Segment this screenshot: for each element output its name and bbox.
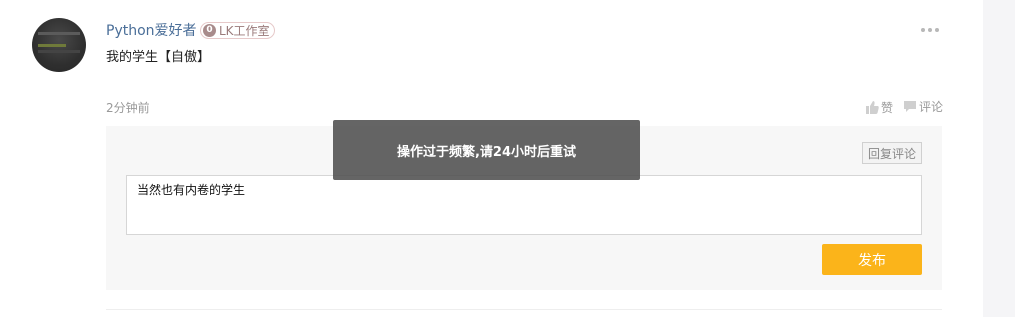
publish-button[interactable]: 发布 [822,244,922,275]
avatar-detail [38,50,80,53]
reply-textarea[interactable]: 当然也有内卷的学生 [126,175,922,235]
reply-comment-button[interactable]: 回复评论 [862,142,922,164]
avatar-detail [38,44,66,47]
avatar-detail [38,32,80,35]
toast-message: 操作过于频繁,请24小时后重试 [333,120,640,180]
dot [928,28,932,32]
right-gutter [983,0,1015,317]
thumbs-up-icon [866,101,879,114]
like-label: 赞 [881,101,894,115]
avatar[interactable] [32,18,86,72]
badge-label: LK工作室 [219,24,270,38]
username-link[interactable]: Python爱好者 [106,22,197,40]
comment-bubble-icon [904,101,916,112]
badge-level: 0 [203,24,216,37]
dot [921,28,925,32]
comment-text: 我的学生【自傲】 [106,50,211,65]
like-button[interactable]: 赞 [866,99,893,116]
dot [935,28,939,32]
reply-button[interactable]: 评论 [903,98,943,115]
reply-label: 评论 [919,100,944,114]
comment-timestamp: 2分钟前 [106,101,150,115]
more-dots-icon[interactable] [921,25,939,35]
divider [106,309,942,310]
user-badge[interactable]: 0 LK工作室 [200,22,275,39]
